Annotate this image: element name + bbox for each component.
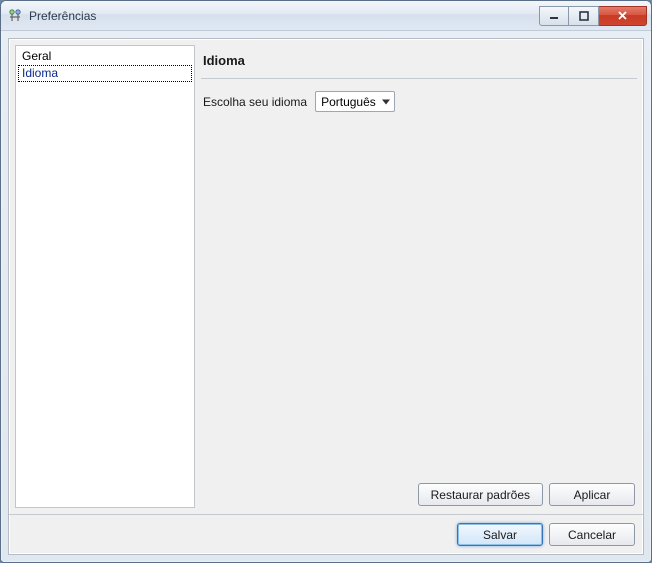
page-title: Idioma	[201, 45, 637, 79]
body-area: Geral Idioma Idioma Escolha seu idioma P…	[9, 39, 643, 514]
main-footer: Restaurar padrões Aplicar	[201, 479, 637, 508]
main-panel: Idioma Escolha seu idioma Português Rest…	[201, 45, 637, 508]
language-select-value: Português	[321, 95, 376, 109]
sidebar-item-geral[interactable]: Geral	[18, 48, 192, 65]
minimize-icon	[549, 11, 559, 21]
cancel-button[interactable]: Cancelar	[549, 523, 635, 546]
minimize-button[interactable]	[539, 6, 569, 26]
close-icon	[617, 10, 628, 21]
window-title: Preferências	[29, 9, 539, 23]
chevron-down-icon	[382, 99, 390, 104]
preferences-window: Preferências Geral Idioma	[0, 0, 652, 563]
sidebar-item-idioma[interactable]: Idioma	[18, 65, 192, 82]
language-select[interactable]: Português	[315, 91, 395, 112]
maximize-button[interactable]	[569, 6, 599, 26]
sidebar-item-label: Geral	[22, 49, 51, 63]
dialog-footer: Salvar Cancelar	[9, 514, 643, 554]
apply-button[interactable]: Aplicar	[549, 483, 635, 506]
language-row: Escolha seu idioma Português	[201, 79, 637, 124]
save-button[interactable]: Salvar	[457, 523, 543, 546]
window-controls	[539, 6, 647, 26]
language-label: Escolha seu idioma	[203, 95, 307, 109]
client-area: Geral Idioma Idioma Escolha seu idioma P…	[8, 38, 644, 555]
restore-defaults-button[interactable]: Restaurar padrões	[418, 483, 543, 506]
sidebar: Geral Idioma	[15, 45, 195, 508]
app-icon	[7, 8, 23, 24]
close-button[interactable]	[599, 6, 647, 26]
maximize-icon	[579, 11, 589, 21]
titlebar[interactable]: Preferências	[1, 1, 651, 31]
sidebar-item-label: Idioma	[22, 66, 58, 80]
